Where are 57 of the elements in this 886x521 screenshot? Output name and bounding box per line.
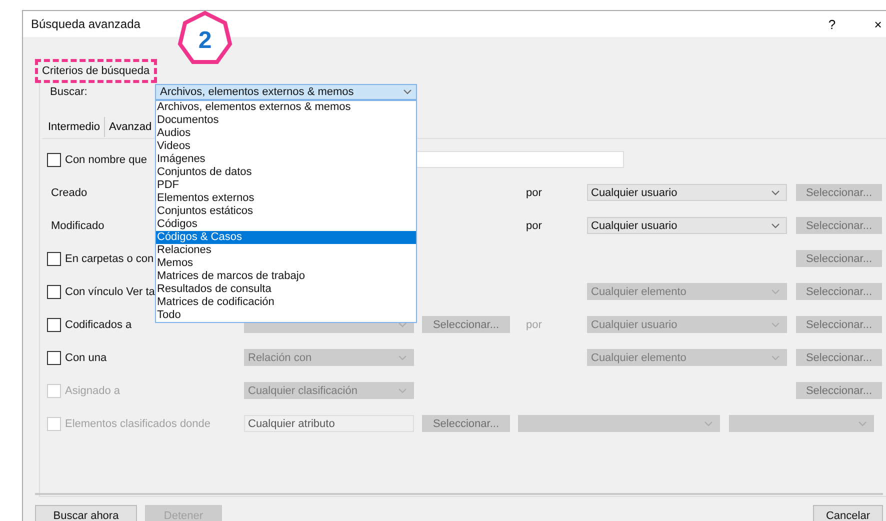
checkbox-label: Codificados a: [65, 318, 132, 330]
field-label: Creado: [50, 186, 88, 198]
dropdown-option[interactable]: Relaciones: [156, 244, 416, 256]
checkbox-label: Elementos clasificados donde: [65, 418, 211, 430]
chevron-icon: [398, 388, 407, 394]
dropdown-option[interactable]: Códigos: [156, 218, 416, 230]
dropdown-option[interactable]: Memos: [156, 256, 416, 270]
by-label: por: [525, 220, 543, 232]
chevron-icon: [398, 322, 407, 328]
chevron-icon: [771, 288, 780, 294]
dropdown-option[interactable]: Imágenes: [156, 152, 416, 166]
dropdown-option[interactable]: Conjuntos estáticos: [156, 204, 416, 218]
dialog-button[interactable]: Buscar ahora: [35, 505, 137, 521]
dropdown-option[interactable]: PDF: [156, 178, 416, 192]
by-label: por: [525, 186, 543, 198]
checkbox[interactable]: [47, 318, 61, 332]
dropdown-option[interactable]: Conjuntos de datos: [156, 166, 416, 178]
chevron-icon: [771, 354, 780, 360]
dropdown-option[interactable]: Archivos, elementos externos & memos: [156, 100, 416, 114]
checkbox-label: Con vínculo Ver ta: [65, 286, 155, 298]
close-button[interactable]: ×: [855, 16, 886, 32]
chevron-icon: [858, 420, 867, 426]
by-label: por: [525, 318, 543, 330]
window-title: Búsqueda avanzada: [31, 17, 142, 31]
tab[interactable]: Intermedio: [44, 117, 105, 137]
dropdown-option[interactable]: Resultados de consulta: [156, 282, 416, 296]
dropdown-option[interactable]: Todo: [156, 308, 416, 322]
field-label: Modificado: [50, 220, 104, 232]
group-label: Criterios de búsqueda: [42, 65, 150, 77]
checkbox-label: En carpetas o con: [65, 252, 154, 264]
chevron-icon: [771, 322, 780, 328]
search-in-label: Buscar:: [49, 86, 88, 98]
checkbox-label: Con una: [65, 352, 107, 364]
checkbox-label: Con nombre que: [65, 154, 147, 166]
dropdown-option[interactable]: Documentos: [156, 114, 416, 126]
chevron-icon: [704, 420, 713, 426]
dropdown-option[interactable]: Códigos & Casos: [156, 230, 416, 244]
chevron-icon: [771, 222, 780, 228]
checkbox[interactable]: [47, 252, 61, 266]
dropdown-option[interactable]: Matrices de codificación: [156, 296, 416, 308]
checkbox[interactable]: [47, 152, 61, 166]
chevron-icon: [398, 354, 407, 360]
dialog-button[interactable]: Cancelar: [813, 505, 883, 521]
dropdown-option[interactable]: Matrices de marcos de trabajo: [156, 270, 416, 282]
help-button[interactable]: ?: [809, 16, 855, 32]
dropdown-option[interactable]: Videos: [156, 140, 416, 152]
dropdown[interactable]: Cualquier usuario: [587, 184, 787, 201]
search-in-dropdown[interactable]: Archivos, elementos externos & memos: [155, 84, 417, 100]
dropdown-option[interactable]: Elementos externos: [156, 192, 416, 204]
dropdown[interactable]: Cualquier usuario: [587, 217, 787, 234]
tab[interactable]: Avanzad: [104, 117, 156, 137]
checkbox[interactable]: [47, 350, 61, 364]
chevron-icon: [403, 88, 412, 94]
dropdown-option[interactable]: Audios: [156, 126, 416, 140]
chevron-icon: [771, 190, 780, 196]
checkbox[interactable]: [47, 284, 61, 298]
checkbox-label: Asignado a: [65, 384, 120, 396]
